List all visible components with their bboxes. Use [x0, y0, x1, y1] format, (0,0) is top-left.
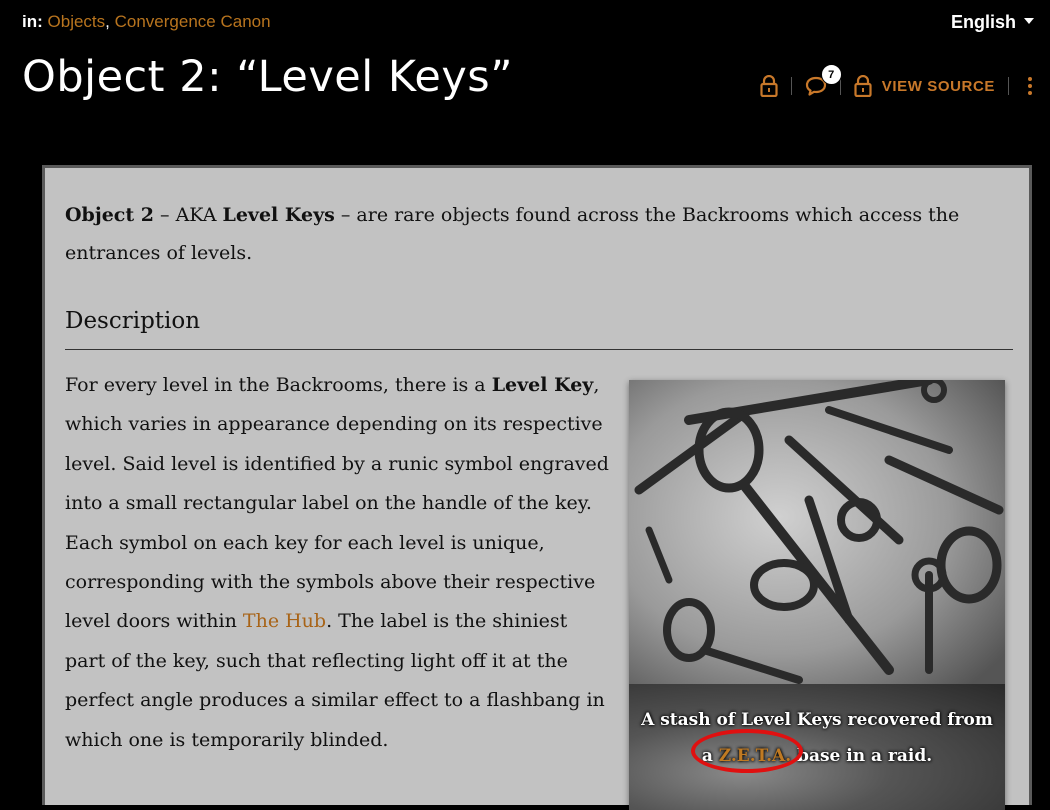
- breadcrumb-link-objects[interactable]: Objects: [48, 12, 106, 31]
- more-vertical-icon[interactable]: [1022, 77, 1038, 95]
- comment-count-badge: 7: [820, 64, 842, 85]
- chevron-down-icon: [1024, 18, 1034, 25]
- intro-text: – AKA: [153, 204, 223, 226]
- view-source-button[interactable]: VIEW SOURCE: [854, 75, 995, 97]
- intro-bold-object-name: Object 2: [65, 204, 154, 226]
- figure-level-keys: A stash of Level Keys recovered from a Z…: [629, 380, 1005, 810]
- lock-icon: [760, 75, 778, 97]
- intro-paragraph: Object 2 – AKA Level Keys – are rare obj…: [65, 196, 1023, 272]
- page-title: Object 2: “Level Keys”: [22, 52, 513, 102]
- description-paragraph: For every level in the Backrooms, there …: [65, 366, 613, 760]
- body-bold-level-key: Level Key: [491, 374, 594, 396]
- caption-line-1: A stash of Level Keys recovered from: [641, 710, 993, 730]
- body-text: , which varies in appearance depending o…: [65, 374, 609, 633]
- language-label: English: [950, 12, 1016, 32]
- breadcrumb-link-convergence-canon[interactable]: Convergence Canon: [115, 12, 271, 31]
- caption-line-2: a Z.E.T.A. base in a raid.: [629, 738, 1005, 774]
- intro-bold-aka-name: Level Keys: [222, 204, 335, 226]
- view-source-label: VIEW SOURCE: [881, 77, 995, 95]
- figure-caption: A stash of Level Keys recovered from a Z…: [629, 684, 1005, 810]
- caption-text: base in a raid.: [791, 746, 933, 766]
- breadcrumb-separator: ,: [105, 12, 110, 31]
- breadcrumb-prefix: in:: [22, 12, 43, 31]
- description-heading: Description: [65, 308, 201, 334]
- toolbar-divider: [1008, 77, 1009, 95]
- heading-divider: [65, 349, 1013, 350]
- breadcrumb: in: Objects, Convergence Canon: [22, 12, 271, 32]
- language-selector[interactable]: English: [951, 12, 1034, 33]
- body-text: For every level in the Backrooms, there …: [65, 374, 492, 396]
- comments-button[interactable]: 7: [805, 64, 842, 96]
- keys-photo: [629, 380, 1005, 684]
- lock-button[interactable]: [760, 75, 778, 97]
- toolbar-divider: [790, 77, 792, 95]
- page-toolbar: 7 VIEW SOURCE: [760, 64, 1038, 108]
- link-the-hub[interactable]: The Hub: [243, 610, 326, 632]
- red-annotation-circle: [691, 729, 803, 773]
- article-content: Object 2 – AKA Level Keys – are rare obj…: [42, 165, 1032, 810]
- lock-icon: [854, 75, 872, 97]
